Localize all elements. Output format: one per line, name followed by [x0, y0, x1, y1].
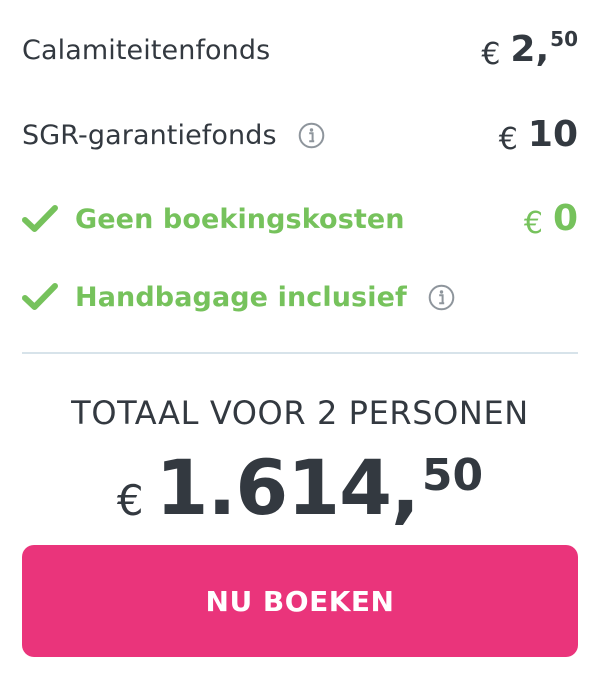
currency-symbol: € [498, 122, 518, 157]
row-label-wrap: SGR-garantiefonds [22, 120, 326, 151]
sgr-garantiefonds-label: SGR-garantiefonds [22, 119, 277, 151]
row-label-wrap: Geen boekingskosten [22, 204, 405, 235]
price-integer: 2 [510, 29, 536, 70]
row-sgr-garantiefonds: SGR-garantiefonds € 10 [22, 105, 578, 165]
currency-symbol: € [523, 206, 543, 241]
row-handbagage-inclusief: Handbagage inclusief [22, 267, 578, 327]
price-summary: Calamiteitenfonds € 2 , 50 SGR-garantief… [0, 0, 610, 678]
calamiteitenfonds-label: Calamiteitenfonds [22, 34, 271, 66]
currency-symbol: € [481, 37, 501, 72]
total-cents: 50 [421, 450, 484, 501]
check-icon [22, 283, 58, 311]
info-icon[interactable] [297, 121, 326, 150]
check-icon [22, 205, 58, 233]
price-cents: 50 [550, 27, 578, 51]
price-comma: , [535, 29, 550, 70]
row-calamiteitenfonds: Calamiteitenfonds € 2 , 50 [22, 20, 578, 80]
total-integer: 1.614 [155, 443, 392, 532]
row-geen-boekingskosten: Geen boekingskosten € 0 [22, 189, 578, 249]
total-amount: € 1.614 , 50 [0, 448, 600, 528]
info-icon[interactable] [427, 283, 456, 312]
calamiteitenfonds-price: € 2 , 50 [481, 25, 578, 75]
total-title: TOTAAL VOOR 2 PERSONEN [71, 394, 529, 432]
currency-symbol: € [116, 476, 144, 525]
price-integer: 0 [552, 198, 578, 239]
book-now-button[interactable]: NU BOEKEN [22, 545, 578, 657]
divider [22, 352, 578, 354]
handbagage-inclusief-label: Handbagage inclusief [75, 281, 407, 313]
row-label-wrap: Calamiteitenfonds [22, 35, 270, 66]
boekingskosten-price: € 0 [524, 194, 578, 244]
total-comma: , [391, 443, 420, 532]
geen-boekingskosten-label: Geen boekingskosten [75, 203, 405, 235]
row-label-wrap: Handbagage inclusief [22, 282, 456, 313]
price-integer: 10 [527, 114, 578, 155]
sgr-garantiefonds-price: € 10 [499, 110, 578, 160]
